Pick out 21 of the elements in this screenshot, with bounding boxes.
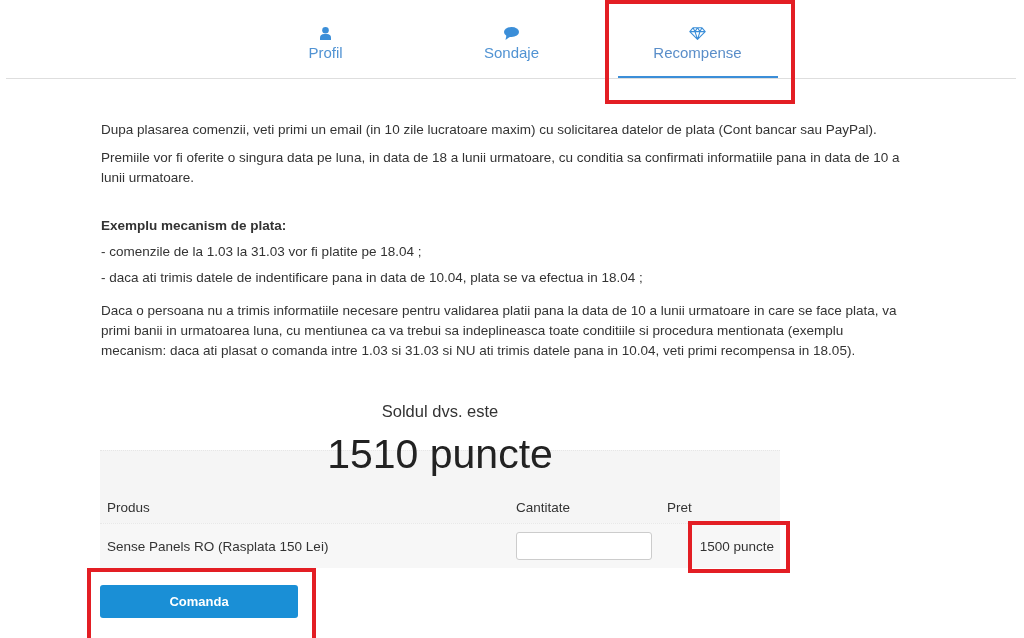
tab[interactable]: Profil (245, 5, 406, 78)
order-button[interactable]: Comanda (100, 585, 298, 618)
tab[interactable]: Sondaje (431, 5, 592, 78)
paragraph: Daca o persoana nu a trimis informatiile necesare pentru validarea platii pana la data de 10 a lunii urmatoare in care se face plata, va primi banii in urmatoarea luna, cu mentiunea ca va trebui sa indeplineasca toate conditiile si procedura mentionata (exemplu mecanism: daca ati plasat o comanda intre 1.03 si 31.03 si NU ati trimis datele pana in 10.04, veti primi recompensa in 18.05). (101, 302, 898, 360)
user-icon (320, 27, 331, 40)
price-text: 1500 puncte (699, 538, 774, 554)
column-header: Produs (107, 500, 150, 515)
list-item-text: - comenzile de la 1.03 la 31.03 vor fi platite pe 18.04 ; (101, 243, 423, 261)
balance-amount: 1510 puncte (327, 430, 553, 478)
section-heading: Exemplu mecanism de plata: (101, 217, 288, 235)
quantity-input[interactable] (516, 532, 652, 560)
tab[interactable]: Recompense (617, 5, 778, 78)
diamond-icon (689, 27, 706, 40)
column-header: Pret (667, 500, 692, 515)
speech-bubble-icon (504, 27, 519, 40)
list-item-text: - daca ati trimis datele de indentificare pana in data de 10.04, plata se va efectua in 18.04 ; (101, 269, 644, 287)
column-header: Cantitate (516, 500, 571, 515)
paragraph: Premiile vor fi oferite o singura data pe luna, in data de 18 a lunii urmatoare, cu conditia sa confirmati informatiile pana in data de 10 a lunii urmatoare. (101, 149, 901, 187)
product-name: Sense Panels RO (Rasplata 150 Lei) (107, 538, 329, 554)
paragraph: Dupa plasarea comenzii, veti primi un email (in 10 zile lucratoare maxim) cu solicitarea datelor de plata (Cont bancar sau PayPal). (101, 121, 878, 139)
balance-label: Soldul dvs. este (380, 401, 500, 421)
